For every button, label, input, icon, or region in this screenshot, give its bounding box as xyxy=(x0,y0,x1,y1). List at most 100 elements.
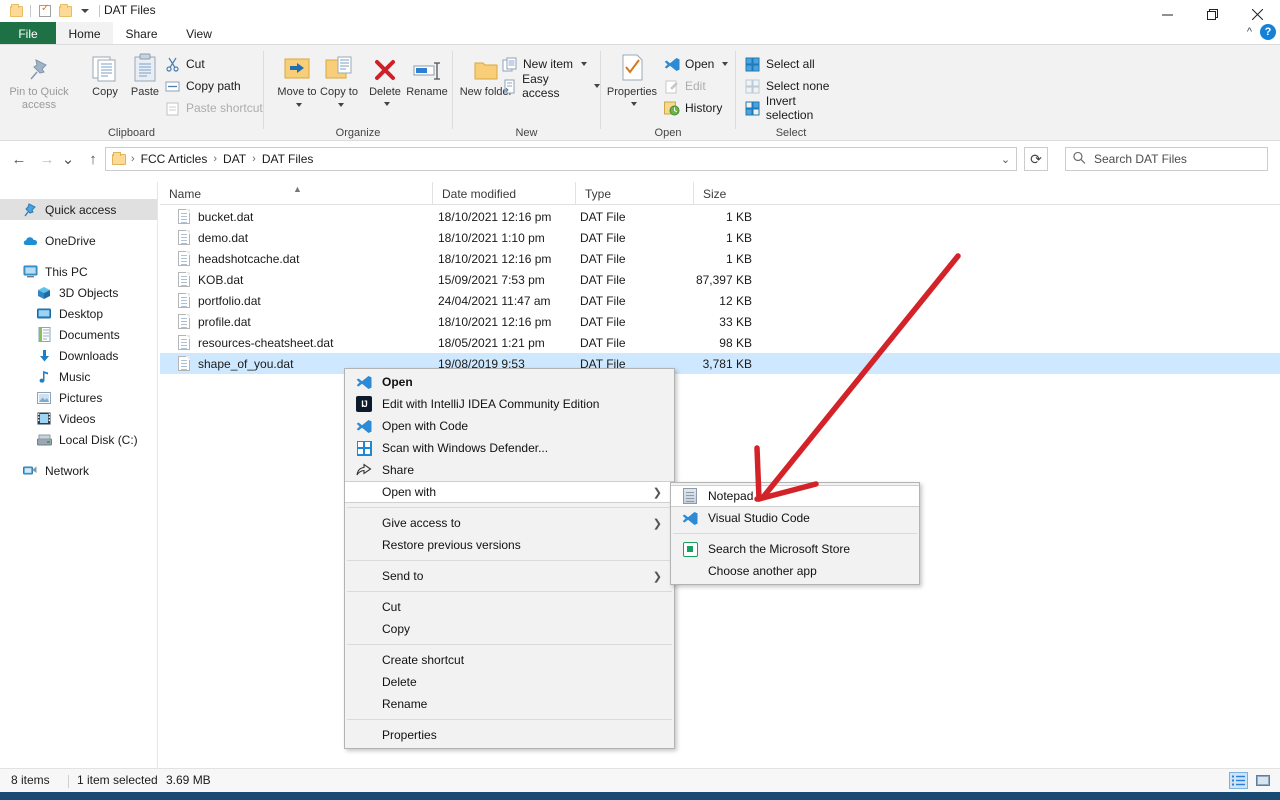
file-name-cell[interactable]: KOB.dat xyxy=(178,269,243,290)
context-menu-item-open[interactable]: Open xyxy=(345,371,674,393)
context-menu-item-create-shortcut[interactable]: Create shortcut xyxy=(345,649,674,671)
context-menu-item-rename[interactable]: Rename xyxy=(345,693,674,715)
context-menu-item-delete[interactable]: Delete xyxy=(345,671,674,693)
copy-path-button[interactable]: Copy path xyxy=(164,75,241,97)
table-row[interactable]: bucket.dat 18/10/2021 12:16 pm DAT File … xyxy=(160,206,1280,227)
chevron-down-icon[interactable] xyxy=(295,103,302,108)
large-icons-view-icon[interactable] xyxy=(1253,772,1272,789)
context-menu-item-properties[interactable]: Properties xyxy=(345,724,674,746)
context-menu-item-open-with-code[interactable]: Open with Code xyxy=(345,415,674,437)
breadcrumb-item-0[interactable]: FCC Articles xyxy=(138,152,211,166)
context-menu-item-scan-with-defender[interactable]: Scan with Windows Defender... xyxy=(345,437,674,459)
easy-access-button[interactable]: Easy access xyxy=(501,72,600,100)
rename-button[interactable]: Rename xyxy=(394,49,460,99)
submenu-item-visual-studio-code[interactable]: Visual Studio Code xyxy=(671,507,919,529)
videos-icon xyxy=(36,411,52,427)
sidebar-item-desktop[interactable]: Desktop xyxy=(0,303,157,324)
table-row[interactable]: shape_of_you.dat 19/08/2019 9:53 DAT Fil… xyxy=(160,353,1280,374)
context-menu-item-cut[interactable]: Cut xyxy=(345,596,674,618)
recent-locations-icon[interactable]: ⌄ xyxy=(60,148,76,170)
file-size-cell: 1 KB xyxy=(725,251,752,266)
file-name-cell[interactable]: headshotcache.dat xyxy=(178,248,299,269)
sidebar-item-onedrive[interactable]: OneDrive xyxy=(0,230,157,251)
table-row[interactable]: KOB.dat 15/09/2021 7:53 pm DAT File 87,3… xyxy=(160,269,1280,290)
column-header-name[interactable]: Name ▲ xyxy=(160,182,432,205)
folder-icon[interactable] xyxy=(55,2,75,20)
forward-arrow-icon[interactable]: → xyxy=(36,148,58,170)
vscode-icon xyxy=(355,417,373,435)
folder-icon[interactable] xyxy=(6,2,26,20)
column-header-type[interactable]: Type xyxy=(575,182,693,205)
chevron-down-icon[interactable] xyxy=(383,102,390,107)
select-all-button[interactable]: Select all xyxy=(744,53,815,75)
file-name-cell[interactable]: shape_of_you.dat xyxy=(178,353,293,374)
table-row[interactable]: resources-cheatsheet.dat 18/05/2021 1:21… xyxy=(160,332,1280,353)
edit-button[interactable]: Edit xyxy=(663,75,706,97)
invert-selection-button[interactable]: Invert selection xyxy=(744,94,846,122)
sidebar-item-quick-access[interactable]: Quick access xyxy=(0,199,157,220)
open-button[interactable]: Open xyxy=(663,53,729,75)
up-arrow-icon[interactable]: ↑ xyxy=(82,148,104,170)
tab-view[interactable]: View xyxy=(170,22,228,45)
file-name-cell[interactable]: bucket.dat xyxy=(178,206,253,227)
chevron-down-icon[interactable] xyxy=(722,62,729,66)
file-name: shape_of_you.dat xyxy=(198,356,294,371)
context-menu-item-copy[interactable]: Copy xyxy=(345,618,674,640)
chevron-down-icon[interactable] xyxy=(337,103,344,108)
column-header-date-modified[interactable]: Date modified xyxy=(432,182,575,205)
submenu-item-notepad[interactable]: Notepad xyxy=(671,485,919,507)
file-type-cell: DAT File xyxy=(580,230,626,245)
context-menu-item-send-to[interactable]: Send to ❯ xyxy=(345,565,674,587)
chevron-down-icon[interactable] xyxy=(75,2,95,20)
breadcrumb[interactable]: › FCC Articles › DAT › DAT Files xyxy=(105,147,1005,171)
tab-file[interactable]: File xyxy=(0,22,56,45)
table-row[interactable]: headshotcache.dat 18/10/2021 12:16 pm DA… xyxy=(160,248,1280,269)
tab-home[interactable]: Home xyxy=(56,22,113,45)
file-name-cell[interactable]: demo.dat xyxy=(178,227,248,248)
context-menu-item-open-with[interactable]: Open with ❯ xyxy=(345,481,674,503)
column-header-size[interactable]: Size xyxy=(693,182,773,205)
search-input[interactable]: Search DAT Files xyxy=(1094,152,1187,166)
table-row[interactable]: profile.dat 18/10/2021 12:16 pm DAT File… xyxy=(160,311,1280,332)
sidebar-item-videos[interactable]: Videos xyxy=(0,408,157,429)
sidebar-item-network[interactable]: Network xyxy=(0,460,157,481)
sidebar-item-3d-objects[interactable]: 3D Objects xyxy=(0,282,157,303)
sidebar-item-pictures[interactable]: Pictures xyxy=(0,387,157,408)
details-view-icon[interactable] xyxy=(1229,772,1248,789)
breadcrumb-item-2[interactable]: DAT Files xyxy=(259,152,317,166)
checkbox-icon[interactable] xyxy=(35,2,55,20)
file-name-cell[interactable]: resources-cheatsheet.dat xyxy=(178,332,333,353)
chevron-down-icon[interactable] xyxy=(581,62,588,66)
button-label: Easy access xyxy=(522,72,560,100)
tab-share[interactable]: Share xyxy=(113,22,170,45)
collapse-ribbon-icon[interactable]: ^ xyxy=(1247,26,1252,38)
submenu-item-choose-another-app[interactable]: Choose another app xyxy=(671,560,919,582)
address-dropdown-icon[interactable]: ⌄ xyxy=(995,147,1017,171)
pin-to-quick-access-button[interactable]: Pin to Quick access xyxy=(6,49,72,112)
context-menu-item-share[interactable]: Share xyxy=(345,459,674,481)
sidebar-item-documents[interactable]: Documents xyxy=(0,324,157,345)
context-menu-item-edit-with-intellij[interactable]: IJ Edit with IntelliJ IDEA Community Edi… xyxy=(345,393,674,415)
history-button[interactable]: History xyxy=(663,97,722,119)
cut-button[interactable]: Cut xyxy=(164,53,205,75)
menu-separator xyxy=(673,533,917,534)
table-row[interactable]: portfolio.dat 24/04/2021 11:47 am DAT Fi… xyxy=(160,290,1280,311)
breadcrumb-item-1[interactable]: DAT xyxy=(220,152,249,166)
sidebar-item-music[interactable]: Music xyxy=(0,366,157,387)
context-menu-item-give-access-to[interactable]: Give access to ❯ xyxy=(345,512,674,534)
sidebar-item-this-pc[interactable]: This PC xyxy=(0,261,157,282)
chevron-down-icon[interactable] xyxy=(630,102,637,107)
help-icon[interactable]: ? xyxy=(1260,24,1276,40)
sidebar-item-local-disk-c[interactable]: Local Disk (C:) xyxy=(0,429,157,450)
properties-button[interactable]: Properties xyxy=(599,49,665,111)
back-arrow-icon[interactable]: ← xyxy=(8,148,30,170)
refresh-icon[interactable]: ⟳ xyxy=(1024,147,1048,171)
search-box[interactable]: Search DAT Files xyxy=(1065,147,1268,171)
submenu-item-search-microsoft-store[interactable]: Search the Microsoft Store xyxy=(671,538,919,560)
context-menu-item-restore-previous-versions[interactable]: Restore previous versions xyxy=(345,534,674,556)
file-name-cell[interactable]: profile.dat xyxy=(178,311,251,332)
paste-shortcut-button[interactable]: Paste shortcut xyxy=(164,97,263,119)
sidebar-item-downloads[interactable]: Downloads xyxy=(0,345,157,366)
file-name-cell[interactable]: portfolio.dat xyxy=(178,290,261,311)
table-row[interactable]: demo.dat 18/10/2021 1:10 pm DAT File 1 K… xyxy=(160,227,1280,248)
